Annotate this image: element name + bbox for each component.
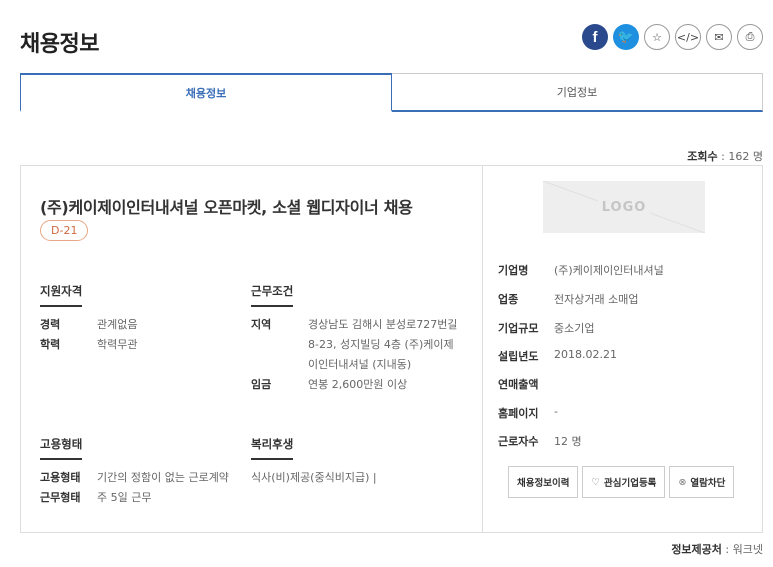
- view-count-value: 162 명: [728, 150, 763, 163]
- welfare-heading: 복리후생: [251, 436, 294, 460]
- location-line: 8-23, 성지빌딩 4층 (주)케이제: [308, 338, 454, 351]
- location-value: 경상남도 김해시 분성로727번길 8-23, 성지빌딩 4층 (주)케이제 이…: [308, 315, 457, 375]
- company-actions: 채용정보이력 ♡ 관심기업등록 ⊗ 열람차단: [508, 466, 735, 498]
- employment-key: 고용형태: [40, 471, 81, 484]
- employment-key: 근무형태: [40, 491, 81, 504]
- location-line: 경상남도 김해시 분성로727번길: [308, 318, 458, 331]
- employment-row: 근무형태 주 5일 근무: [40, 488, 151, 508]
- company-key: 설립년도: [498, 350, 539, 363]
- qualification-value: 학력무관: [97, 338, 138, 351]
- welfare-row: 식사(비)제공(중식비지급) |: [251, 468, 377, 488]
- qualification-row: 경력 관계없음: [40, 315, 137, 335]
- view-count-label: 조회수: [687, 150, 718, 163]
- job-detail-panel: (주)케이제이인터내셔널 오픈마켓, 소셜 웹디자이너 채용 D-21 지원자격…: [21, 166, 483, 532]
- location-key: 지역: [251, 318, 272, 331]
- twitter-icon[interactable]: 🐦: [613, 24, 639, 50]
- location-line: 이인터내셔널 (지내동): [308, 358, 412, 371]
- facebook-icon[interactable]: f: [582, 24, 608, 50]
- company-key: 기업규모: [498, 322, 539, 335]
- interest-company-label: 관심기업등록: [603, 478, 657, 489]
- welfare-value: 식사(비)제공(중식비지급) |: [251, 471, 377, 484]
- conditions-heading: 근무조건: [251, 283, 294, 307]
- share-toolbar: f 🐦 ☆ </> ✉ ⎙: [582, 24, 763, 50]
- qualification-heading: 지원자격: [40, 283, 83, 307]
- job-history-label: 채용정보이력: [517, 478, 570, 489]
- block-view-label: 열람차단: [690, 478, 726, 489]
- company-value: 전자상거래 소매업: [554, 293, 639, 306]
- company-row: 설립년도 2018.02.21: [498, 348, 617, 364]
- company-logo: LOGO: [543, 181, 705, 233]
- block-view-button[interactable]: ⊗ 열람차단: [669, 466, 735, 498]
- company-value: 2018.02.21: [554, 348, 617, 361]
- bookmark-star-icon[interactable]: ☆: [644, 24, 670, 50]
- logo-text: LOGO: [601, 199, 647, 215]
- tab-job-info[interactable]: 채용정보: [20, 73, 392, 112]
- company-value: (주)케이제이인터내셔널: [554, 264, 664, 277]
- info-source: 정보제공처 : 워크넷: [671, 543, 763, 556]
- company-key: 업종: [498, 293, 519, 306]
- company-key: 연매출액: [498, 378, 539, 391]
- company-key: 근로자수: [498, 435, 539, 448]
- company-panel: LOGO 기업명 (주)케이제이인터내셔널 업종 전자상거래 소매업 기업규모 …: [483, 166, 762, 532]
- tab-company-info[interactable]: 기업정보: [392, 73, 763, 112]
- view-count: 조회수 : 162 명: [687, 150, 763, 163]
- info-source-value: 워크넷: [732, 543, 763, 556]
- mail-icon[interactable]: ✉: [706, 24, 732, 50]
- employment-value: 주 5일 근무: [97, 491, 152, 504]
- company-row: 연매출액: [498, 376, 554, 392]
- company-value: 12 명: [554, 435, 582, 448]
- interest-company-button[interactable]: ♡ 관심기업등록: [582, 466, 666, 498]
- job-card: (주)케이제이인터내셔널 오픈마켓, 소셜 웹디자이너 채용 D-21 지원자격…: [20, 165, 763, 533]
- qualification-key: 경력: [40, 318, 61, 331]
- qualification-row: 학력 학력무관: [40, 335, 137, 355]
- company-value: -: [554, 405, 558, 418]
- qualification-key: 학력: [40, 338, 61, 351]
- company-row: 기업규모 중소기업: [498, 320, 594, 336]
- company-row: 기업명 (주)케이제이인터내셔널: [498, 262, 664, 278]
- company-key: 기업명: [498, 264, 529, 277]
- salary-value: 연봉 2,600만원 이상: [308, 378, 408, 391]
- company-row: 홈페이지 -: [498, 405, 558, 421]
- dday-badge: D-21: [40, 220, 89, 241]
- tab-bar: 채용정보 기업정보: [20, 73, 763, 112]
- company-row: 업종 전자상거래 소매업: [498, 291, 638, 307]
- job-title: (주)케이제이인터내셔널 오픈마켓, 소셜 웹디자이너 채용: [40, 198, 413, 217]
- employment-value: 기간의 정함이 없는 근로계약: [97, 471, 229, 484]
- employment-heading: 고용형태: [40, 436, 83, 460]
- print-icon[interactable]: ⎙: [737, 24, 763, 50]
- qualification-value: 관계없음: [97, 318, 138, 331]
- page-title: 채용정보: [20, 32, 99, 57]
- salary-key: 임금: [251, 378, 272, 391]
- heart-icon: ♡: [591, 476, 600, 488]
- company-key: 홈페이지: [498, 407, 539, 420]
- info-source-label: 정보제공처: [671, 543, 722, 556]
- block-icon: ⊗: [678, 476, 687, 488]
- job-history-button[interactable]: 채용정보이력: [508, 466, 579, 498]
- embed-code-icon[interactable]: </>: [675, 24, 701, 50]
- company-value: 중소기업: [554, 322, 595, 335]
- salary-row: 임금 연봉 2,600만원 이상: [251, 375, 407, 395]
- employment-row: 고용형태 기간의 정함이 없는 근로계약: [40, 468, 229, 488]
- company-row: 근로자수 12 명: [498, 433, 582, 449]
- location-row: 지역 경상남도 김해시 분성로727번길 8-23, 성지빌딩 4층 (주)케이…: [251, 315, 457, 375]
